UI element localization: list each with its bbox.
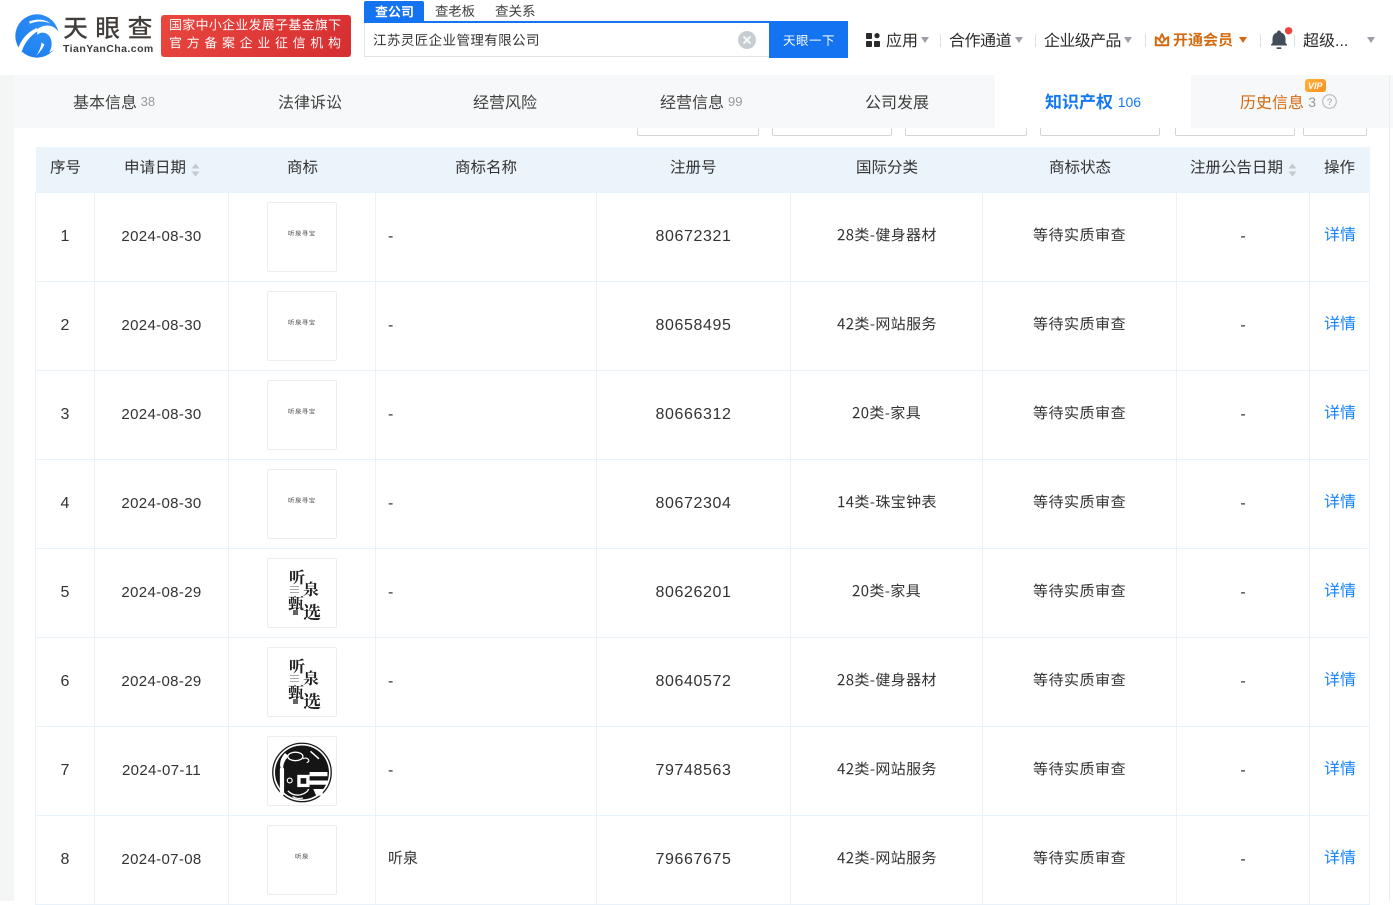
svg-text:?: ?: [1327, 97, 1332, 108]
